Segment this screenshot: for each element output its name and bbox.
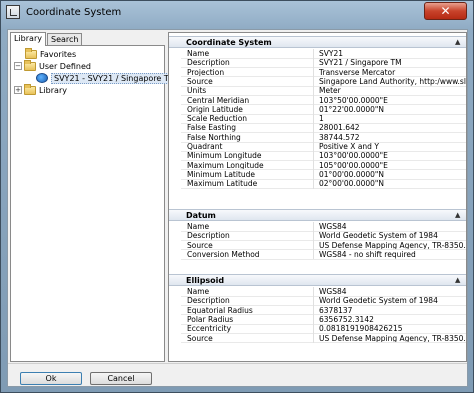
property-value: WGS84 <box>319 287 347 296</box>
section-header-datum[interactable]: Datum ▲ <box>169 209 466 221</box>
collapse-icon[interactable]: ▲ <box>455 212 463 219</box>
collapse-icon[interactable]: ▲ <box>455 39 463 46</box>
property-value: Singapore Land Authority, http:/www.sla.… <box>319 76 466 86</box>
property-value: Positive X and Y <box>319 142 379 151</box>
property-name: Source <box>187 76 213 86</box>
property-value: US Defense Mapping Agency, TR-8350.2- <box>319 333 466 343</box>
row-divider <box>181 258 466 260</box>
footer-divider <box>8 363 467 364</box>
tree-item-label: SVY21 - SVY21 / Singapore TM <box>51 72 179 84</box>
column-divider <box>313 222 314 260</box>
property-value: 103°00'00.0000"E <box>319 151 388 161</box>
property-name: Conversion Method <box>187 249 260 259</box>
tree-item-favorites[interactable]: Favorites <box>25 47 77 60</box>
property-name: Maximum Longitude <box>187 160 264 170</box>
property-value: 28001.642 <box>319 123 360 133</box>
property-name: Scale Reduction <box>187 114 248 124</box>
properties-panel[interactable]: Coordinate System ▲ Name SVY21 Description… <box>168 32 467 362</box>
property-name: Central Meridian <box>187 95 250 105</box>
property-value: WGS84 - no shift required <box>319 249 416 259</box>
property-name: Quadrant <box>187 142 223 151</box>
tree-item-label: User Defined <box>39 61 91 71</box>
tree-item-label: Library <box>39 85 67 95</box>
property-name: Description <box>187 231 230 241</box>
property-name: Name <box>187 222 210 231</box>
property-name: Units <box>187 86 207 96</box>
collapse-toggle-icon[interactable]: − <box>14 62 22 70</box>
tree-item-label: Favorites <box>40 49 77 59</box>
property-value: WGS84 <box>319 222 347 231</box>
property-value: US Defense Mapping Agency, TR-8350.2- <box>319 240 466 250</box>
close-icon: ✕ <box>440 4 451 18</box>
column-divider <box>313 49 314 189</box>
property-name: Name <box>187 49 210 58</box>
property-value: 01°22'00.0000"N <box>319 104 384 114</box>
library-tabs: Library Search <box>10 32 83 46</box>
property-name: Description <box>187 296 230 306</box>
section-title: Coordinate System <box>186 38 272 47</box>
tree-item-svy21[interactable]: SVY21 - SVY21 / Singapore TM <box>36 72 179 84</box>
property-name: Minimum Latitude <box>187 169 256 179</box>
column-divider <box>313 287 314 343</box>
property-value: SVY21 / Singapore TM <box>319 58 402 68</box>
property-value: World Geodetic System of 1984 <box>319 296 438 306</box>
tab-library[interactable]: Library <box>10 32 46 46</box>
app-icon <box>6 5 20 19</box>
property-name: Projection <box>187 67 225 77</box>
property-value: 6356752.3142 <box>319 314 374 324</box>
tree-item-library[interactable]: + Library <box>14 83 67 96</box>
coordinate-system-dialog: Coordinate System ✕ Library Search Favor… <box>0 0 474 393</box>
folder-open-icon <box>24 59 36 71</box>
ok-button[interactable]: Ok <box>20 372 82 385</box>
property-name: False Easting <box>187 123 236 133</box>
property-value: 38744.572 <box>319 132 360 142</box>
property-value: 02°00'00.0000"N <box>319 179 384 189</box>
property-value: 6378137 <box>319 305 353 315</box>
dialog-client-area: Library Search Favorites − User Defined … <box>7 29 468 387</box>
row-divider <box>181 342 466 344</box>
cancel-button[interactable]: Cancel <box>90 372 152 385</box>
property-value: 1 <box>319 114 324 124</box>
property-value: 105°00'00.0000"E <box>319 160 388 170</box>
property-name: Eccentricity <box>187 324 232 334</box>
property-value: 01°00'00.0000"N <box>319 169 384 179</box>
title-bar[interactable]: Coordinate System ✕ <box>1 1 473 23</box>
folder-icon <box>24 83 36 95</box>
property-name: False Northing <box>187 132 241 142</box>
property-value: 0.0818191908426215 <box>319 324 403 334</box>
property-name: Origin Latitude <box>187 104 243 114</box>
window-title: Coordinate System <box>26 6 122 18</box>
coordinate-system-icon <box>36 73 48 83</box>
property-name: Source <box>187 240 213 250</box>
property-name: Equatorial Radius <box>187 305 253 315</box>
property-value: World Geodetic System of 1984 <box>319 231 438 241</box>
close-button[interactable]: ✕ <box>424 2 467 20</box>
tree-item-user-defined[interactable]: − User Defined <box>14 59 91 72</box>
section-header-ellipsoid[interactable]: Ellipsoid ▲ <box>169 274 466 286</box>
folder-icon <box>25 47 37 59</box>
expand-toggle-icon[interactable]: + <box>14 86 22 94</box>
collapse-icon[interactable]: ▲ <box>455 277 463 284</box>
property-value: Meter <box>319 86 341 96</box>
property-value: 103°50'00.0000"E <box>319 95 388 105</box>
property-name: Source <box>187 333 213 343</box>
row-divider <box>181 188 466 189</box>
property-value: SVY21 <box>319 49 344 58</box>
property-name: Maximum Latitude <box>187 179 258 189</box>
section-header-coordinate-system[interactable]: Coordinate System ▲ <box>169 36 466 48</box>
property-name: Description <box>187 58 230 68</box>
property-name: Minimum Longitude <box>187 151 262 161</box>
section-title: Datum <box>186 211 216 220</box>
coordinate-system-tree[interactable]: Favorites − User Defined SVY21 - SVY21 /… <box>10 45 179 362</box>
section-title: Ellipsoid <box>186 276 225 285</box>
property-value: Transverse Mercator <box>319 67 396 77</box>
property-name: Name <box>187 287 210 296</box>
property-name: Polar Radius <box>187 314 234 324</box>
